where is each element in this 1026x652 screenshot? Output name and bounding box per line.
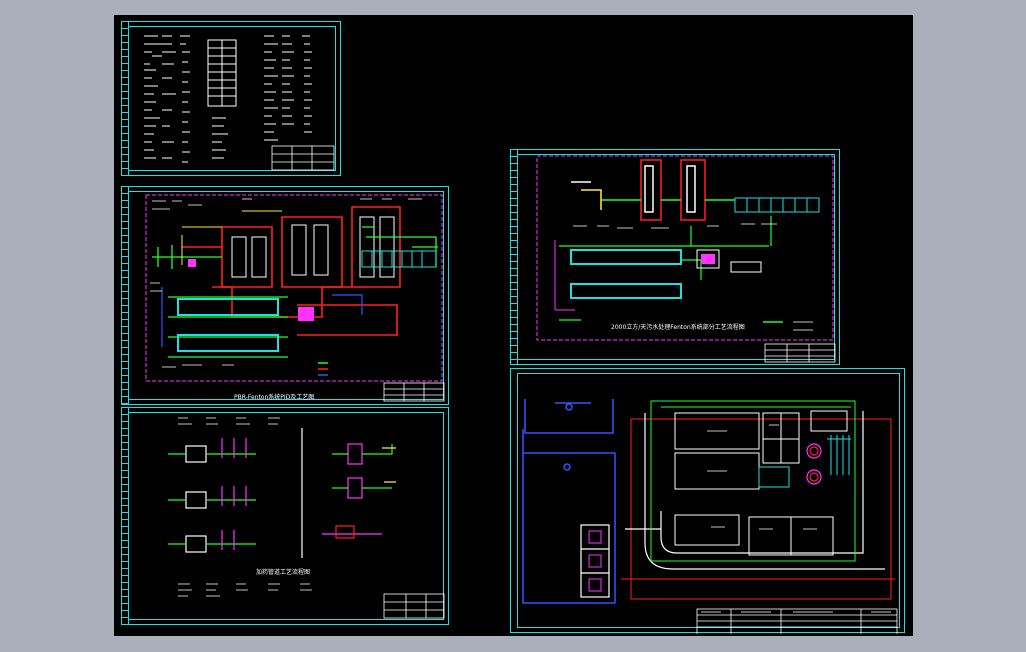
layout-plan — [522, 399, 898, 634]
process-title: 2000立方/天污水处理Fenton系统部分工艺流程图 — [611, 324, 745, 331]
pid-diagram — [145, 194, 445, 402]
sheet-dosing[interactable]: 加药管道工艺流程图 — [121, 407, 449, 625]
process-diagram — [536, 155, 836, 363]
sheet-process[interactable]: 2000立方/天污水处理Fenton系统部分工艺流程图 — [510, 149, 840, 365]
dosing-diagram — [168, 417, 445, 619]
sheet-layout[interactable] — [510, 368, 905, 634]
drawing-canvas[interactable]: PBR-Fenton系统PID及工艺图 加药管道工艺流程图 2000立方/天污水… — [114, 15, 913, 636]
notes-linework — [144, 35, 335, 171]
pid-title: PBR-Fenton系统PID及工艺图 — [234, 394, 315, 401]
sheet-notes[interactable] — [121, 21, 341, 176]
sheet-pid[interactable]: PBR-Fenton系统PID及工艺图 — [121, 186, 449, 405]
dosing-title: 加药管道工艺流程图 — [256, 569, 311, 576]
